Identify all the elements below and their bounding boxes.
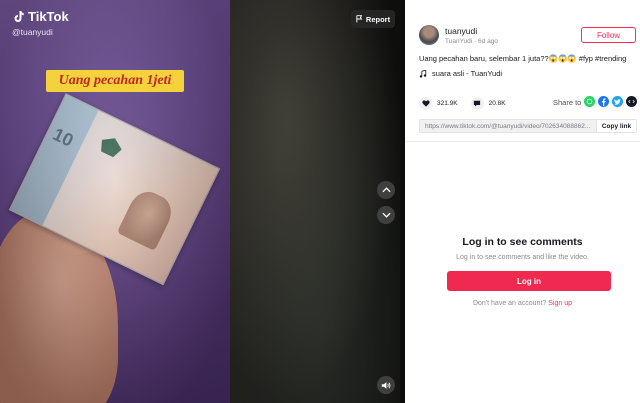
tiktok-note-icon (14, 11, 24, 22)
comment-button[interactable] (470, 97, 484, 110)
facebook-icon[interactable] (598, 96, 609, 107)
panel-divider (405, 141, 640, 142)
avatar[interactable] (419, 25, 439, 45)
comments-login-title: Log in to see comments (462, 236, 583, 248)
video-link-field[interactable]: https://www.tiktok.com/@tuanyudi/video/7… (419, 119, 597, 133)
share-label: Share to (553, 98, 582, 107)
signup-link[interactable]: Sign up (548, 300, 572, 307)
tiktok-wordmark: TikTok (28, 9, 69, 24)
video-player[interactable]: 10 Uang pecahan 1jeti (0, 0, 230, 403)
engagement-stats: 321.9K 20.8K (419, 97, 506, 110)
like-button[interactable] (419, 97, 432, 110)
video-vignette (0, 0, 230, 403)
video-handle: @tuanyudi (12, 27, 53, 37)
next-video-button[interactable] (377, 206, 395, 224)
music-link[interactable]: suara asli - TuanYudi (419, 69, 502, 78)
signup-prompt-text: Don't have an account? (472, 300, 547, 307)
report-button[interactable]: Report (351, 10, 395, 28)
share-targets (584, 96, 637, 107)
author-display-name: TuanYudi (445, 38, 473, 45)
author-username[interactable]: tuanyudi (445, 26, 477, 36)
flag-icon (356, 15, 363, 23)
like-count: 321.9K (437, 100, 458, 107)
video-overlay-caption: Uang pecahan 1jeti (46, 70, 184, 92)
signup-prompt: Don't have an account? Sign up (405, 300, 640, 307)
comments-login-subtitle: Log in to see comments and like the vide… (456, 254, 589, 261)
heart-icon (421, 100, 430, 107)
video-info-panel: tuanyudi TuanYudi · 6d ago Follow Uang p… (405, 0, 640, 403)
copy-link-button[interactable]: Copy link (597, 119, 637, 133)
chevron-up-icon (381, 187, 391, 193)
video-stage[interactable]: 10 Uang pecahan 1jeti TikTok @tuanyudi R… (0, 0, 405, 403)
author-meta: TuanYudi · 6d ago (445, 38, 498, 45)
whatsapp-icon[interactable] (584, 96, 595, 107)
music-title: suara asli - TuanYudi (432, 69, 503, 78)
volume-button[interactable] (377, 376, 395, 394)
login-button[interactable]: Log in (447, 271, 611, 291)
comment-icon (473, 100, 481, 107)
speaker-icon (381, 381, 391, 389)
report-label: Report (365, 14, 391, 24)
video-description: Uang pecahan baru, selembar 1 juta??😱😱😱 … (419, 54, 627, 63)
previous-video-button[interactable] (377, 181, 395, 199)
twitter-icon[interactable] (612, 96, 623, 107)
follow-button[interactable]: Follow (581, 27, 636, 43)
comment-count: 20.8K (488, 100, 506, 107)
post-date: 6d ago (478, 38, 498, 45)
tiktok-logo: TikTok (12, 9, 69, 24)
embed-icon[interactable] (626, 96, 637, 107)
chevron-down-icon (381, 212, 391, 218)
blurred-background (210, 0, 400, 403)
music-note-icon (419, 69, 427, 78)
